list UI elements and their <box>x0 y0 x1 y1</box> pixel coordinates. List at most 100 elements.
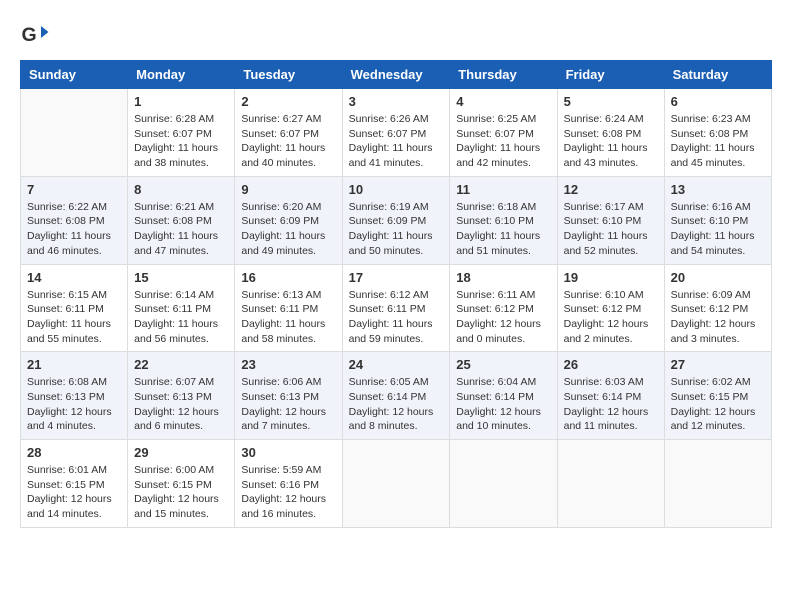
calendar-day-cell: 22 Sunrise: 6:07 AMSunset: 6:13 PMDayligh… <box>128 352 235 440</box>
day-number: 29 <box>134 445 228 460</box>
day-number: 5 <box>564 94 658 109</box>
logo: G <box>20 20 54 50</box>
calendar-day-cell: 16 Sunrise: 6:13 AMSunset: 6:11 PMDayligh… <box>235 264 342 352</box>
calendar-day-cell: 19Sunrise: 6:10 AMSunset: 6:12 PMDayligh… <box>557 264 664 352</box>
day-info: Sunrise: 6:15 AMSunset: 6:11 PMDaylight:… <box>27 288 121 347</box>
weekday-header: Tuesday <box>235 61 342 89</box>
calendar-day-cell: 8 Sunrise: 6:21 AMSunset: 6:08 PMDaylight… <box>128 176 235 264</box>
calendar-day-cell: 3 Sunrise: 6:26 AMSunset: 6:07 PMDaylight… <box>342 89 450 177</box>
calendar-day-cell: 26Sunrise: 6:03 AMSunset: 6:14 PMDayligh… <box>557 352 664 440</box>
day-info: Sunrise: 5:59 AMSunset: 6:16 PMDaylight:… <box>241 463 335 522</box>
calendar-day-cell <box>664 440 771 528</box>
calendar-day-cell: 20 Sunrise: 6:09 AMSunset: 6:12 PMDayligh… <box>664 264 771 352</box>
day-number: 11 <box>456 182 550 197</box>
day-info: Sunrise: 6:06 AMSunset: 6:13 PMDaylight:… <box>241 375 335 434</box>
calendar-day-cell: 24 Sunrise: 6:05 AMSunset: 6:14 PMDayligh… <box>342 352 450 440</box>
day-number: 3 <box>349 94 444 109</box>
calendar-day-cell: 14 Sunrise: 6:15 AMSunset: 6:11 PMDayligh… <box>21 264 128 352</box>
day-info: Sunrise: 6:28 AMSunset: 6:07 PMDaylight:… <box>134 112 228 171</box>
day-number: 28 <box>27 445 121 460</box>
day-info: Sunrise: 6:05 AMSunset: 6:14 PMDaylight:… <box>349 375 444 434</box>
day-info: Sunrise: 6:25 AMSunset: 6:07 PMDaylight:… <box>456 112 550 171</box>
day-number: 25 <box>456 357 550 372</box>
day-number: 7 <box>27 182 121 197</box>
day-info: Sunrise: 6:01 AMSunset: 6:15 PMDaylight:… <box>27 463 121 522</box>
day-number: 13 <box>671 182 765 197</box>
day-number: 19 <box>564 270 658 285</box>
calendar-day-cell: 21 Sunrise: 6:08 AMSunset: 6:13 PMDayligh… <box>21 352 128 440</box>
day-number: 21 <box>27 357 121 372</box>
day-info: Sunrise: 6:27 AMSunset: 6:07 PMDaylight:… <box>241 112 335 171</box>
calendar-day-cell: 6 Sunrise: 6:23 AMSunset: 6:08 PMDaylight… <box>664 89 771 177</box>
day-info: Sunrise: 6:22 AMSunset: 6:08 PMDaylight:… <box>27 200 121 259</box>
day-info: Sunrise: 6:16 AMSunset: 6:10 PMDaylight:… <box>671 200 765 259</box>
day-number: 15 <box>134 270 228 285</box>
calendar-day-cell <box>557 440 664 528</box>
calendar-day-cell: 30 Sunrise: 5:59 AMSunset: 6:16 PMDayligh… <box>235 440 342 528</box>
day-number: 4 <box>456 94 550 109</box>
day-number: 20 <box>671 270 765 285</box>
calendar-day-cell: 4 Sunrise: 6:25 AMSunset: 6:07 PMDaylight… <box>450 89 557 177</box>
page-header: G <box>20 20 772 50</box>
day-number: 6 <box>671 94 765 109</box>
day-number: 1 <box>134 94 228 109</box>
day-number: 24 <box>349 357 444 372</box>
day-info: Sunrise: 6:07 AMSunset: 6:13 PMDaylight:… <box>134 375 228 434</box>
calendar-day-cell: 7 Sunrise: 6:22 AMSunset: 6:08 PMDaylight… <box>21 176 128 264</box>
day-number: 10 <box>349 182 444 197</box>
calendar-week-row: 1 Sunrise: 6:28 AMSunset: 6:07 PMDaylight… <box>21 89 772 177</box>
day-info: Sunrise: 6:12 AMSunset: 6:11 PMDaylight:… <box>349 288 444 347</box>
weekday-header: Sunday <box>21 61 128 89</box>
day-info: Sunrise: 6:14 AMSunset: 6:11 PMDaylight:… <box>134 288 228 347</box>
day-info: Sunrise: 6:08 AMSunset: 6:13 PMDaylight:… <box>27 375 121 434</box>
day-info: Sunrise: 6:19 AMSunset: 6:09 PMDaylight:… <box>349 200 444 259</box>
calendar: SundayMondayTuesdayWednesdayThursdayFrid… <box>20 60 772 528</box>
day-number: 9 <box>241 182 335 197</box>
calendar-day-cell: 28 Sunrise: 6:01 AMSunset: 6:15 PMDayligh… <box>21 440 128 528</box>
calendar-day-cell: 12Sunrise: 6:17 AMSunset: 6:10 PMDayligh… <box>557 176 664 264</box>
day-info: Sunrise: 6:09 AMSunset: 6:12 PMDaylight:… <box>671 288 765 347</box>
calendar-day-cell <box>342 440 450 528</box>
day-number: 18 <box>456 270 550 285</box>
day-number: 16 <box>241 270 335 285</box>
weekday-header: Thursday <box>450 61 557 89</box>
day-number: 14 <box>27 270 121 285</box>
calendar-day-cell: 18 Sunrise: 6:11 AMSunset: 6:12 PMDayligh… <box>450 264 557 352</box>
calendar-header-row: SundayMondayTuesdayWednesdayThursdayFrid… <box>21 61 772 89</box>
calendar-day-cell: 25 Sunrise: 6:04 AMSunset: 6:14 PMDayligh… <box>450 352 557 440</box>
calendar-day-cell: 23 Sunrise: 6:06 AMSunset: 6:13 PMDayligh… <box>235 352 342 440</box>
svg-text:G: G <box>22 24 37 46</box>
day-info: Sunrise: 6:21 AMSunset: 6:08 PMDaylight:… <box>134 200 228 259</box>
calendar-day-cell: 15 Sunrise: 6:14 AMSunset: 6:11 PMDayligh… <box>128 264 235 352</box>
calendar-week-row: 28 Sunrise: 6:01 AMSunset: 6:15 PMDayligh… <box>21 440 772 528</box>
day-info: Sunrise: 6:03 AMSunset: 6:14 PMDaylight:… <box>564 375 658 434</box>
day-info: Sunrise: 6:23 AMSunset: 6:08 PMDaylight:… <box>671 112 765 171</box>
logo-icon: G <box>20 20 50 50</box>
day-info: Sunrise: 6:13 AMSunset: 6:11 PMDaylight:… <box>241 288 335 347</box>
day-info: Sunrise: 6:18 AMSunset: 6:10 PMDaylight:… <box>456 200 550 259</box>
calendar-day-cell: 9 Sunrise: 6:20 AMSunset: 6:09 PMDaylight… <box>235 176 342 264</box>
day-number: 23 <box>241 357 335 372</box>
calendar-day-cell: 27Sunrise: 6:02 AMSunset: 6:15 PMDayligh… <box>664 352 771 440</box>
day-number: 30 <box>241 445 335 460</box>
calendar-week-row: 14 Sunrise: 6:15 AMSunset: 6:11 PMDayligh… <box>21 264 772 352</box>
calendar-day-cell <box>450 440 557 528</box>
calendar-day-cell: 13 Sunrise: 6:16 AMSunset: 6:10 PMDayligh… <box>664 176 771 264</box>
day-info: Sunrise: 6:11 AMSunset: 6:12 PMDaylight:… <box>456 288 550 347</box>
calendar-day-cell: 11 Sunrise: 6:18 AMSunset: 6:10 PMDayligh… <box>450 176 557 264</box>
weekday-header: Saturday <box>664 61 771 89</box>
day-info: Sunrise: 6:04 AMSunset: 6:14 PMDaylight:… <box>456 375 550 434</box>
weekday-header: Monday <box>128 61 235 89</box>
day-info: Sunrise: 6:26 AMSunset: 6:07 PMDaylight:… <box>349 112 444 171</box>
day-number: 22 <box>134 357 228 372</box>
day-number: 8 <box>134 182 228 197</box>
calendar-day-cell: 5Sunrise: 6:24 AMSunset: 6:08 PMDaylight… <box>557 89 664 177</box>
calendar-day-cell: 29Sunrise: 6:00 AMSunset: 6:15 PMDayligh… <box>128 440 235 528</box>
calendar-day-cell: 10 Sunrise: 6:19 AMSunset: 6:09 PMDayligh… <box>342 176 450 264</box>
calendar-day-cell: 17 Sunrise: 6:12 AMSunset: 6:11 PMDayligh… <box>342 264 450 352</box>
weekday-header: Friday <box>557 61 664 89</box>
day-number: 17 <box>349 270 444 285</box>
day-info: Sunrise: 6:20 AMSunset: 6:09 PMDaylight:… <box>241 200 335 259</box>
calendar-day-cell <box>21 89 128 177</box>
day-info: Sunrise: 6:17 AMSunset: 6:10 PMDaylight:… <box>564 200 658 259</box>
